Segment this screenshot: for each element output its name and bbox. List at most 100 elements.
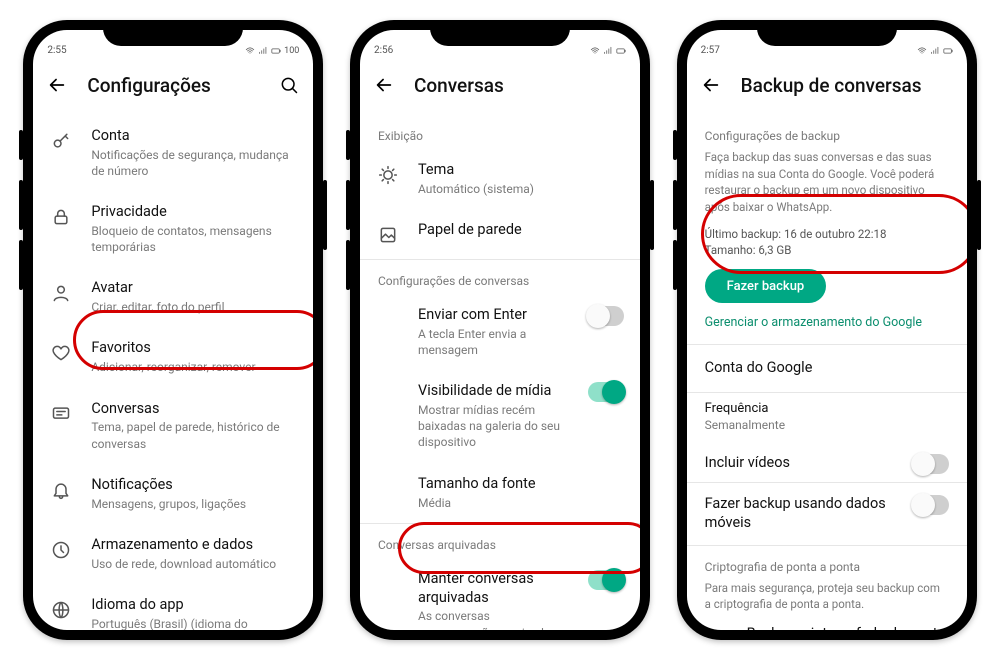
lock-icon (707, 629, 727, 630)
chats-settings-list[interactable]: Exibição TemaAutomático (sistema) Papel … (360, 115, 640, 630)
signal-icon (258, 46, 268, 56)
screen-settings: 2:55 100 Configurações ContaNotificações (33, 30, 313, 630)
status-bar: 2:55 100 (33, 30, 313, 56)
sublabel: Mostrar mídias recém baixadas na galeria… (418, 402, 564, 451)
battery-icon (616, 46, 626, 56)
label: Favoritos (91, 339, 297, 358)
wifi-icon (917, 46, 927, 56)
label: Manter conversas arquivadas (418, 570, 564, 608)
avatar-icon (51, 283, 71, 303)
item-media-visibility[interactable]: Visibilidade de mídiaMostrar mídias recé… (360, 370, 640, 462)
back-button[interactable] (695, 69, 727, 101)
label: Privacidade (91, 203, 297, 222)
clock: 2:55 (47, 45, 66, 56)
sublabel: Bloqueio de contatos, mensagens temporár… (91, 223, 297, 255)
settings-item-chats[interactable]: ConversasTema, papel de parede, históric… (33, 388, 313, 464)
bell-icon (51, 480, 71, 500)
wifi-icon (590, 46, 600, 56)
header: Configurações (33, 56, 313, 115)
lock-icon (51, 207, 71, 227)
label: Backup criptografado de ponta a ponta (747, 625, 949, 630)
frequency-value: Semanalmente (687, 418, 967, 446)
back-button[interactable] (368, 69, 400, 101)
section-backup-config: Configurações de backup (687, 115, 967, 149)
theme-icon (378, 165, 398, 185)
phone-frame-3: 2:57 Backup de conversas Configurações d… (677, 20, 977, 640)
settings-list[interactable]: ContaNotificações de segurança, mudança … (33, 115, 313, 630)
globe-icon (51, 600, 71, 620)
phone-frame-2: 2:56 Conversas Exibição TemaAutomático (… (350, 20, 650, 640)
signal-icon (603, 46, 613, 56)
sublabel: As conversas permanecerão arquivadas qua… (418, 608, 564, 630)
toggle-include-videos[interactable] (913, 454, 949, 474)
item-backup-mobile-data[interactable]: Fazer backup usando dados móveis (687, 483, 967, 545)
page-title: Configurações (87, 74, 259, 97)
item-e2e-backup[interactable]: Backup criptografado de ponta a pontaDes… (687, 613, 967, 630)
page-title: Conversas (414, 74, 632, 97)
toggle-backup-mobile[interactable] (913, 495, 949, 515)
arrow-left-icon (373, 74, 395, 96)
header: Conversas (360, 56, 640, 115)
arrow-left-icon (700, 74, 722, 96)
settings-item-notifications[interactable]: NotificaçõesMensagens, grupos, ligações (33, 464, 313, 524)
settings-item-account[interactable]: ContaNotificações de segurança, mudança … (33, 115, 313, 191)
item-theme[interactable]: TemaAutomático (sistema) (360, 149, 640, 209)
wallpaper-icon (378, 225, 398, 245)
label: Conversas (91, 400, 297, 419)
clock: 2:56 (374, 45, 393, 56)
last-backup-line: Último backup: 16 de outubro 22:18 (687, 226, 967, 243)
item-wallpaper[interactable]: Papel de parede (360, 209, 640, 259)
settings-item-storage[interactable]: Armazenamento e dadosUso de rede, downlo… (33, 524, 313, 584)
label: Enviar com Enter (418, 306, 564, 325)
sublabel: Automático (sistema) (418, 181, 624, 197)
label: Avatar (91, 279, 297, 298)
toggle-media-visibility[interactable] (588, 382, 624, 402)
chat-icon (51, 404, 71, 424)
label: Tamanho da fonte (418, 475, 624, 494)
manage-google-storage-link[interactable]: Gerenciar o armazenamento do Google (687, 311, 967, 344)
settings-item-favorites[interactable]: FavoritosAdicionar, reorganizar, remover (33, 327, 313, 387)
header: Backup de conversas (687, 56, 967, 115)
heart-icon (51, 343, 71, 363)
clock: 2:57 (701, 45, 720, 56)
label: Conta do Google (705, 359, 949, 378)
settings-item-language[interactable]: Idioma do appPortuguês (Brasil) (idioma … (33, 584, 313, 630)
search-icon (279, 75, 299, 95)
label: Conta (91, 127, 297, 146)
frequency-label[interactable]: Frequência (687, 401, 967, 418)
item-keep-archived[interactable]: Manter conversas arquivadasAs conversas … (360, 558, 640, 630)
toggle-enter-send[interactable] (588, 306, 624, 326)
phone-frame-1: 2:55 100 Configurações ContaNotificações (23, 20, 323, 640)
toggle-keep-archived[interactable] (588, 570, 624, 590)
item-google-account[interactable]: Conta do Google (687, 345, 967, 392)
battery-icon (943, 46, 953, 56)
status-bar: 2:57 (687, 30, 967, 56)
item-include-videos[interactable]: Incluir vídeos (687, 446, 967, 482)
storage-icon (51, 540, 71, 560)
settings-item-avatar[interactable]: AvatarCriar, editar, foto do perfil (33, 267, 313, 327)
battery-text: 100 (284, 46, 299, 56)
label: Fazer backup usando dados móveis (705, 495, 889, 533)
status-bar: 2:56 (360, 30, 640, 56)
key-icon (51, 131, 71, 151)
do-backup-button[interactable]: Fazer backup (705, 269, 827, 303)
screen-backup: 2:57 Backup de conversas Configurações d… (687, 30, 967, 630)
backup-content[interactable]: Configurações de backup Faça backup das … (687, 115, 967, 630)
sublabel: Adicionar, reorganizar, remover (91, 359, 297, 375)
section-chat-settings: Configurações de conversas (360, 260, 640, 294)
sublabel: Criar, editar, foto do perfil (91, 299, 297, 315)
wifi-icon (245, 46, 255, 56)
e2e-description: Para mais segurança, proteja seu backup … (687, 580, 967, 613)
sublabel: Média (418, 495, 624, 511)
sublabel: Mensagens, grupos, ligações (91, 496, 297, 512)
item-enter-send[interactable]: Enviar com EnterA tecla Enter envia a me… (360, 294, 640, 370)
settings-item-privacy[interactable]: PrivacidadeBloqueio de contatos, mensage… (33, 191, 313, 267)
back-button[interactable] (41, 69, 73, 101)
backup-size-line: Tamanho: 6,3 GB (687, 242, 967, 259)
item-font-size[interactable]: Tamanho da fonteMédia (360, 463, 640, 523)
search-button[interactable] (273, 69, 305, 101)
label: Idioma do app (91, 596, 297, 615)
page-title: Backup de conversas (741, 74, 959, 97)
section-display: Exibição (360, 115, 640, 149)
sublabel: Uso de rede, download automático (91, 556, 297, 572)
